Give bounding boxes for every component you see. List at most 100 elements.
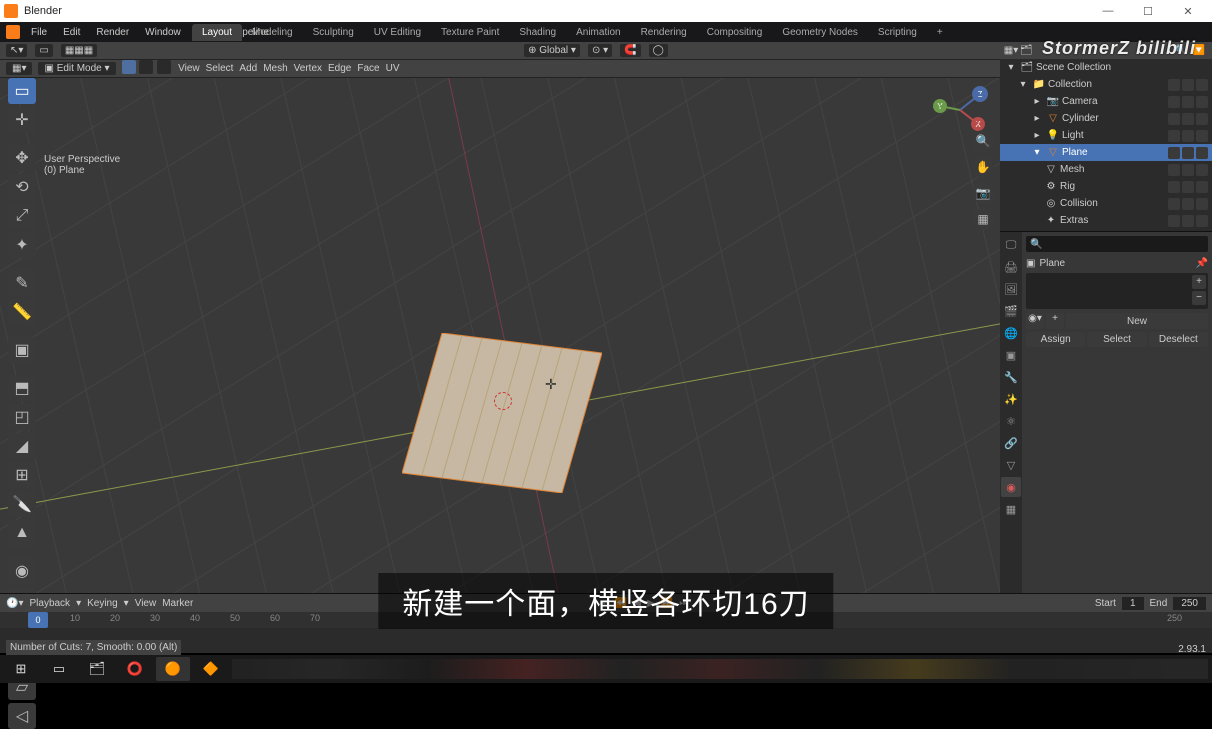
menu-add[interactable]: Add [239, 63, 257, 74]
rotate-tool[interactable]: ⟲ [8, 174, 36, 200]
ptab-output[interactable]: 🖨 [1001, 257, 1021, 277]
tab-add[interactable]: + [927, 24, 953, 41]
tab-layout[interactable]: Layout [192, 24, 242, 41]
mode-dropdown[interactable]: ▣ Edit Mode ▾ [38, 62, 115, 75]
select-box-tool[interactable]: ▭ [8, 78, 36, 104]
ptab-texture[interactable]: ▦ [1001, 499, 1021, 519]
measure-tool[interactable]: 📏 [8, 299, 36, 325]
tab-animation[interactable]: Animation [566, 24, 630, 41]
tab-modeling[interactable]: Modeling [242, 24, 303, 41]
bevel-tool[interactable]: ◢ [8, 433, 36, 459]
row-mesh[interactable]: ▽Mesh [1000, 161, 1212, 178]
menu-render[interactable]: Render [89, 25, 136, 40]
tab-texturepaint[interactable]: Texture Paint [431, 24, 509, 41]
material-add-icon[interactable]: + [1046, 313, 1064, 329]
timeline-keying[interactable]: Keying [87, 598, 118, 609]
polybuild-tool[interactable]: ▲ [8, 520, 36, 546]
add-cube-tool[interactable]: ▣ [8, 337, 36, 363]
deselect-button[interactable]: Deselect [1149, 332, 1208, 347]
assign-button[interactable]: Assign [1026, 332, 1085, 347]
chrome-icon[interactable]: ⭕ [118, 657, 152, 681]
snap-toggle[interactable]: 🧲 [620, 44, 640, 57]
timeline-marker[interactable]: Marker [162, 598, 193, 609]
tab-uv[interactable]: UV Editing [364, 24, 431, 41]
vertex-select-icon[interactable] [122, 60, 136, 74]
timeline-view[interactable]: View [135, 598, 157, 609]
menu-face[interactable]: Face [357, 63, 379, 74]
3d-viewport[interactable]: ✛ User Perspective (0) Plane [0, 78, 1000, 593]
material-slot-list[interactable]: + − [1026, 273, 1208, 309]
taskview-icon[interactable]: ▭ [42, 657, 76, 681]
explorer-icon[interactable]: 🗂 [80, 657, 114, 681]
menu-edit[interactable]: Edit [56, 25, 87, 40]
close-button[interactable]: ✕ [1168, 0, 1208, 22]
transform-tool[interactable]: ✦ [8, 232, 36, 258]
ptab-world[interactable]: 🌐 [1001, 323, 1021, 343]
maximize-button[interactable]: ☐ [1128, 0, 1168, 22]
ptab-view[interactable]: 🖼 [1001, 279, 1021, 299]
material-new-button[interactable]: New [1066, 313, 1208, 329]
ptab-modifier[interactable]: 🔧 [1001, 367, 1021, 387]
menu-window[interactable]: Window [138, 25, 188, 40]
camera-view-icon[interactable]: 📷 [972, 182, 994, 204]
drag-icon[interactable]: ▭ [35, 44, 52, 57]
pin-icon[interactable]: 📌 [1196, 258, 1208, 269]
end-field[interactable]: 250 [1173, 597, 1206, 610]
row-camera[interactable]: ▸📷Camera [1000, 93, 1212, 110]
tab-sculpting[interactable]: Sculpting [303, 24, 364, 41]
menu-edge[interactable]: Edge [328, 63, 351, 74]
menu-vertex[interactable]: Vertex [294, 63, 322, 74]
scene-collection[interactable]: ▾🗂Scene Collection [1000, 59, 1212, 76]
inset-tool[interactable]: ◰ [8, 404, 36, 430]
edge-select-icon[interactable] [139, 60, 153, 74]
scale-tool[interactable]: ⤢ [8, 203, 36, 229]
row-cylinder[interactable]: ▸▽Cylinder [1000, 110, 1212, 127]
ptab-material[interactable]: ◉ [1001, 477, 1021, 497]
windows-taskbar[interactable]: ⊞ ▭ 🗂 ⭕ 🟠 🔶 [0, 655, 1212, 683]
editor-type-icon[interactable]: ▦▾ [6, 62, 32, 75]
material-browse-icon[interactable]: ◉▾ [1026, 313, 1044, 329]
menu-uv2[interactable]: UV [386, 63, 400, 74]
row-rig[interactable]: ⚙Rig [1000, 178, 1212, 195]
ptab-physics[interactable]: ⚛ [1001, 411, 1021, 431]
tab-compositing[interactable]: Compositing [697, 24, 773, 41]
cursor-tool[interactable]: ✛ [8, 107, 36, 133]
select-button[interactable]: Select [1087, 332, 1146, 347]
zoom-icon[interactable]: 🔍 [972, 130, 994, 152]
tab-shading[interactable]: Shading [509, 24, 566, 41]
app-task-icon[interactable]: 🔶 [194, 657, 228, 681]
annotate-tool[interactable]: ✎ [8, 270, 36, 296]
row-extras[interactable]: ✦Extras [1000, 212, 1212, 229]
row-plane[interactable]: ▾▽Plane [1000, 144, 1212, 161]
menu-view[interactable]: View [178, 63, 200, 74]
ptab-particles[interactable]: ✨ [1001, 389, 1021, 409]
pivot-dropdown[interactable]: ⊙ ▾ [588, 44, 612, 57]
perspective-icon[interactable]: ▦ [972, 208, 994, 230]
move-tool[interactable]: ✥ [8, 145, 36, 171]
blender-task-icon[interactable]: 🟠 [156, 657, 190, 681]
minimize-button[interactable]: — [1088, 0, 1128, 22]
extrude-tool[interactable]: ⬒ [8, 375, 36, 401]
tab-rendering[interactable]: Rendering [631, 24, 697, 41]
tab-geonodes[interactable]: Geometry Nodes [772, 24, 868, 41]
knife-tool[interactable]: 🔪 [8, 491, 36, 517]
tab-scripting[interactable]: Scripting [868, 24, 927, 41]
ptab-constraint[interactable]: 🔗 [1001, 433, 1021, 453]
row-collision[interactable]: ◎Collision [1000, 195, 1212, 212]
menu-file[interactable]: File [24, 25, 54, 40]
slot-remove-button[interactable]: − [1192, 291, 1206, 305]
collection[interactable]: ▾📁Collection [1000, 76, 1212, 93]
pan-icon[interactable]: ✋ [972, 156, 994, 178]
menu-mesh[interactable]: Mesh [263, 63, 287, 74]
playhead[interactable]: 0 [28, 612, 48, 628]
menu-select[interactable]: Select [206, 63, 234, 74]
tool-select-icon[interactable]: ↖▾ [6, 44, 27, 57]
rip-tool[interactable]: ◁ [8, 703, 36, 729]
orientation-dropdown[interactable]: ⊕ Global ▾ [524, 44, 580, 57]
outliner[interactable]: ▦▾🗂 🔍🔽 ▾🗂Scene Collection ▾📁Collection ▸… [1000, 42, 1212, 232]
ptab-scene[interactable]: 🎬 [1001, 301, 1021, 321]
ptab-mesh[interactable]: ▽ [1001, 455, 1021, 475]
ptab-object[interactable]: ▣ [1001, 345, 1021, 365]
row-light[interactable]: ▸💡Light [1000, 127, 1212, 144]
face-select-icon[interactable] [157, 60, 171, 74]
